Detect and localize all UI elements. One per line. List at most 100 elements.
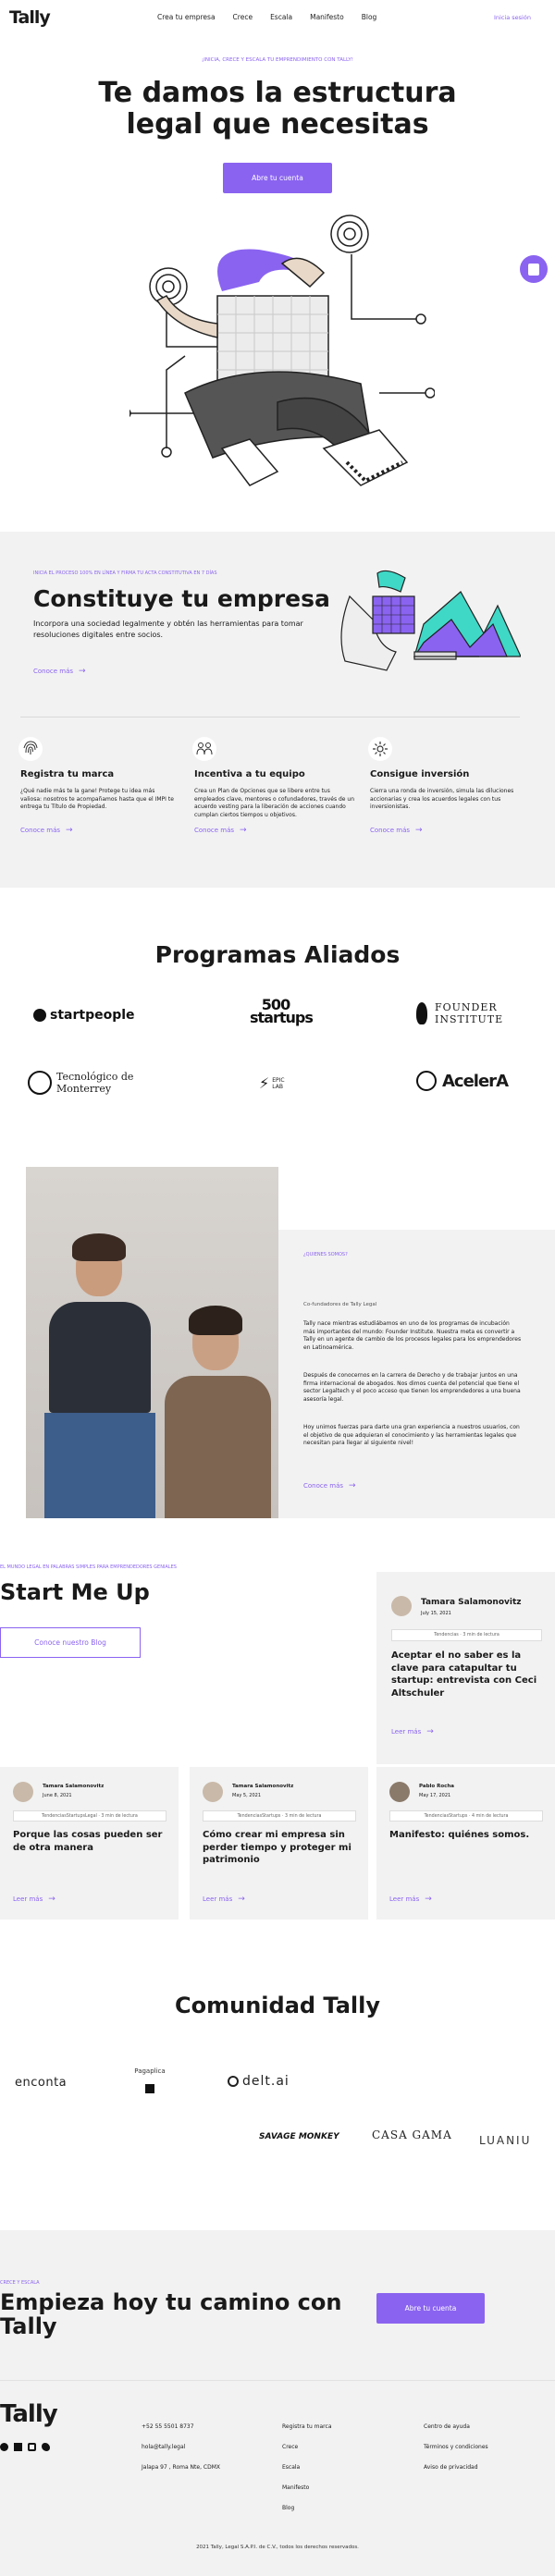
- partner-logo-startpeople: startpeople: [33, 1008, 135, 1023]
- gear-icon: [368, 737, 392, 761]
- hero-title-line2: legal que necesitas: [126, 108, 429, 141]
- about-link[interactable]: Conoce más →: [303, 1481, 356, 1490]
- post-tag: TendenciasStartupsLegal · 3 min de lectu…: [13, 1810, 166, 1822]
- footer-phone[interactable]: +52 55 5501 8737: [142, 2417, 220, 2437]
- footer-email[interactable]: hola@tally.legal: [142, 2437, 220, 2458]
- about-eyebrow: ¿QUIENES SOMOS?: [303, 1252, 348, 1257]
- arrow-right-icon: →: [425, 1895, 432, 1904]
- about-paragraph: Tally nace mientras estudiábamos en uno …: [303, 1320, 522, 1352]
- post-link-label: Leer más: [13, 1895, 43, 1903]
- community-logo-luaniu: LUANIU: [479, 2134, 532, 2147]
- footer-copyright: 2021 Tally, Legal S.A.P.I. de C.V., todo…: [196, 2545, 359, 2550]
- hero-illustration: [130, 215, 435, 486]
- post-title: Cómo crear mi empresa sin perder tiempo …: [203, 1830, 352, 1865]
- arrow-right-icon: →: [48, 1895, 56, 1904]
- about-paragraph: Hoy unimos fuerzas para darte una gran e…: [303, 1424, 520, 1447]
- feature-link[interactable]: Conoce más →: [20, 826, 187, 835]
- fingerprint-icon: [18, 737, 43, 761]
- footer-links-1: Registra tu marca Crece Escala Manifesto…: [282, 2417, 332, 2519]
- feature-title: Consigue inversión: [370, 769, 470, 779]
- partner-logo-epic-lab: ⚡ EPIC LAB: [259, 1074, 292, 1092]
- footer-address: Jalapa 97 , Roma Nte, CDMX: [142, 2464, 220, 2471]
- community-title: Comunidad Tally: [175, 1993, 380, 2018]
- community-logo-text: delt.ai: [242, 2074, 290, 2089]
- arrow-right-icon: →: [426, 1727, 434, 1736]
- footer-logo[interactable]: Tally: [0, 2400, 58, 2428]
- chat-icon: [528, 263, 539, 276]
- cta-button[interactable]: Abre tu cuenta: [376, 2293, 485, 2324]
- feature-link[interactable]: Conoce más →: [370, 826, 527, 835]
- post-date: May 5, 2021: [232, 1793, 262, 1798]
- divider: [20, 717, 196, 718]
- post-card[interactable]: Tamara Salamonovitz June 8, 2021 Tendenc…: [0, 1767, 179, 1920]
- services-section: INICIA EL PROCESO 100% EN LÍNEA Y FIRMA …: [0, 532, 555, 888]
- footer-link[interactable]: Términos y condiciones: [424, 2437, 488, 2458]
- twitter-icon[interactable]: [42, 2443, 50, 2451]
- feature-body: Cierra una ronda de inversión, simula la…: [370, 788, 514, 811]
- nav-blog[interactable]: Blog: [362, 13, 377, 21]
- partner-logo-acelera: AcelerA: [416, 1071, 509, 1091]
- divider: [370, 717, 520, 718]
- footer-link[interactable]: Escala: [282, 2458, 332, 2478]
- partner-logo-tec-monterrey: Tecnológico de Monterrey: [28, 1071, 158, 1095]
- post-card[interactable]: Tamara Salamonovitz May 5, 2021 Tendenci…: [190, 1767, 368, 1920]
- post-tag: Tendencias · 3 min de lectura: [391, 1629, 542, 1641]
- footer-link[interactable]: Blog: [282, 2498, 332, 2519]
- community-logo-pagaplica: Pagaplica: [130, 2067, 170, 2093]
- constituye-body: Incorpora una sociedad legalmente y obté…: [33, 619, 303, 639]
- feature-link[interactable]: Conoce más →: [194, 826, 361, 835]
- hero-cta-button[interactable]: Abre tu cuenta: [223, 163, 332, 193]
- cta-title-line1: Empieza hoy tu camino con: [0, 2289, 342, 2315]
- footer-links-2: Centro de ayuda Términos y condiciones A…: [424, 2417, 488, 2478]
- footer-link[interactable]: Crece: [282, 2437, 332, 2458]
- linkedin-icon[interactable]: [14, 2443, 22, 2451]
- post-link-label: Leer más: [203, 1895, 233, 1903]
- avatar: [203, 1782, 223, 1802]
- about-paragraph: Después de conocernos en la carrera de D…: [303, 1372, 521, 1404]
- post-author: Tamara Salamonovitz: [421, 1598, 522, 1607]
- partner-logo-founder-institute: FOUNDER INSTITUTE: [416, 1001, 509, 1025]
- footer-link[interactable]: Registra tu marca: [282, 2417, 332, 2437]
- cta-title-line2: Tally: [0, 2313, 57, 2339]
- post-card[interactable]: Pablo Rocha May 17, 2021 TendenciasStart…: [376, 1767, 555, 1920]
- logo[interactable]: Tally: [9, 7, 51, 28]
- constituye-link-label: Conoce más: [33, 668, 74, 675]
- post-author: Tamara Salamonovitz: [232, 1784, 294, 1789]
- footer-link[interactable]: Centro de ayuda: [424, 2417, 488, 2437]
- cta-section: CRECE Y ESCALA Empieza hoy tu camino con…: [0, 2230, 555, 2380]
- blog-button[interactable]: Conoce nuestro Blog: [0, 1627, 141, 1658]
- post-author: Tamara Salamonovitz: [43, 1784, 105, 1789]
- hero-eyebrow: ¡INICIA, CRECE Y ESCALA TU EMPRENDIMIENT…: [202, 57, 353, 63]
- post-link[interactable]: Leer más →: [389, 1895, 432, 1904]
- post-link[interactable]: Leer más →: [391, 1727, 434, 1736]
- nav-manifesto[interactable]: Manifesto: [310, 13, 344, 21]
- community-logo-enconta: enconta: [15, 2076, 68, 2090]
- post-title: Aceptar el no saber es la clave para cat…: [391, 1650, 537, 1699]
- post-tag: TendenciasStartups · 3 min de lectura: [203, 1810, 356, 1822]
- people-icon: [192, 737, 216, 761]
- person-1: [44, 1233, 155, 1518]
- laptop-illustration: [340, 570, 521, 671]
- post-link[interactable]: Leer más →: [13, 1895, 56, 1904]
- footer-link[interactable]: Aviso de privacidad: [424, 2458, 488, 2478]
- community-logo-casa-gama: CASA GAMA: [372, 2128, 452, 2141]
- featured-post-card[interactable]: Tamara Salamonovitz July 15, 2021 Tenden…: [376, 1572, 555, 1764]
- instagram-icon[interactable]: [28, 2443, 36, 2451]
- arrow-right-icon: →: [79, 667, 86, 676]
- blog-title: Start Me Up: [0, 1579, 150, 1605]
- tec-shield-icon: [28, 1071, 52, 1095]
- blog-eyebrow: EL MUNDO LEGAL EN PALABRAS SIMPLES PARA …: [0, 1564, 177, 1570]
- constituye-link[interactable]: Conoce más →: [33, 667, 86, 676]
- footer-link[interactable]: Manifesto: [282, 2478, 332, 2498]
- nav-escala[interactable]: Escala: [270, 13, 292, 21]
- facebook-icon[interactable]: [0, 2443, 8, 2451]
- nav-crece[interactable]: Crece: [233, 13, 253, 21]
- nav-crea-tu-empresa[interactable]: Crea tu empresa: [157, 13, 216, 21]
- chat-widget-button[interactable]: [520, 255, 548, 283]
- epic-lab-icon: ⚡: [259, 1074, 270, 1092]
- post-date: July 15, 2021: [421, 1611, 451, 1616]
- partner-logo-text: AcelerA: [442, 1071, 509, 1091]
- post-link[interactable]: Leer más →: [203, 1895, 245, 1904]
- partner-logo-text: startpeople: [50, 1008, 135, 1023]
- login-link[interactable]: Inicia sesión: [494, 14, 531, 21]
